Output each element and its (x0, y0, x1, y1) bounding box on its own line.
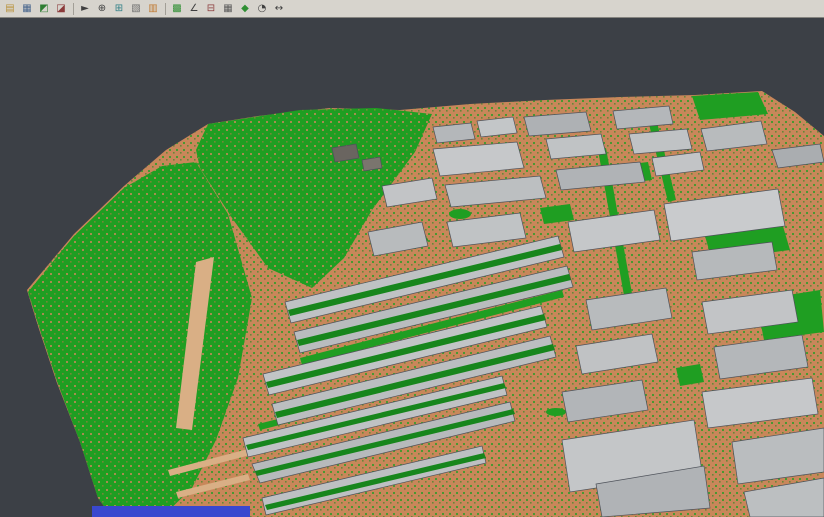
orbit-view-icon[interactable]: ◔ (254, 1, 270, 17)
save-project-icon[interactable]: ▦ (19, 1, 35, 17)
application-window: ▤▦◩◪►⊕⊞▧▥▩∠⊟▦◆◔↔ (0, 0, 824, 517)
toolbar: ▤▦◩◪►⊕⊞▧▥▩∠⊟▦◆◔↔ (0, 0, 824, 18)
layers-panel-icon[interactable]: ▧ (128, 1, 144, 17)
toolbar-separator (165, 3, 166, 15)
pan-tool-icon[interactable]: ⊕ (94, 1, 110, 17)
import-point-cloud-icon[interactable]: ◩ (36, 1, 52, 17)
measure-tool-icon[interactable]: ∠ (186, 1, 202, 17)
vegetation-filter-icon[interactable]: ◆ (237, 1, 253, 17)
toolbar-icons: ▤▦◩◪►⊕⊞▧▥▩∠⊟▦◆◔↔ (2, 1, 288, 17)
building (477, 117, 517, 137)
tree-clump (449, 209, 471, 219)
building (433, 123, 475, 143)
open-folder-icon[interactable]: ▤ (2, 1, 18, 17)
fullscreen-view-icon[interactable]: ↔ (271, 1, 287, 17)
grid-toggle-icon[interactable]: ▦ (220, 1, 236, 17)
elevation-color-ramp-icon[interactable]: ▥ (145, 1, 161, 17)
viewport-3d[interactable] (0, 0, 824, 517)
classification-colors-icon[interactable]: ▩ (169, 1, 185, 17)
export-point-cloud-icon[interactable]: ◪ (53, 1, 69, 17)
clip-box-icon[interactable]: ⊟ (203, 1, 219, 17)
zoom-extents-icon[interactable]: ⊞ (111, 1, 127, 17)
select-tool-icon[interactable]: ► (77, 1, 93, 17)
bottom-blue-fragment (92, 506, 250, 517)
tree-clump (546, 408, 566, 416)
toolbar-separator (73, 3, 74, 15)
